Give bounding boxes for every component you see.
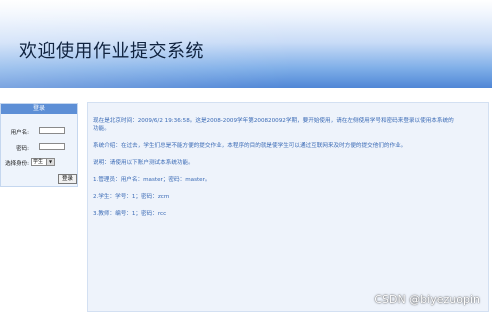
chevron-down-icon[interactable]: ▼: [46, 159, 54, 165]
username-label: 用户名:: [10, 130, 29, 136]
password-input[interactable]: [39, 143, 65, 150]
login-panel: 登录 用户名: 密码: 选择身份: 学生 ▼ 登录: [0, 103, 78, 187]
teacher-account-text: 3.教师：编号：1；密码：rcc: [93, 211, 167, 217]
main-content-panel: 现在是北京时间：2009/6/2 19:36:58。这是2008-2009学年第…: [87, 102, 489, 312]
page-title: 欢迎使用作业提交系统: [19, 41, 204, 62]
current-time-text: 现在是北京时间：2009/6/2 19:36:58。这是2008-2009学年第…: [93, 118, 454, 124]
csdn-watermark: CSDN @biyezuopin: [374, 293, 480, 306]
role-selected-value: 学生: [33, 159, 44, 165]
current-time-text-cont: 功能。: [93, 126, 110, 132]
header-banner: 欢迎使用作业提交系统: [0, 0, 492, 88]
instructions-text: 说明：请使用以下账户测试本系统功能。: [93, 160, 194, 166]
username-input[interactable]: [39, 127, 65, 134]
password-label: 密码:: [16, 146, 29, 152]
login-button[interactable]: 登录: [58, 174, 77, 184]
role-label: 选择身份:: [5, 161, 29, 167]
student-account-text: 2.学生：学号：1；密码：zcm: [93, 194, 170, 200]
admin-account-text: 1.管理员：用户名：master；密码：master。: [93, 177, 211, 183]
system-intro-text: 系统介绍：在过去，学生们总是不能方便的提交作业，本程序的目的就是使学生可以通过互…: [93, 143, 407, 149]
login-header: 登录: [1, 104, 77, 114]
